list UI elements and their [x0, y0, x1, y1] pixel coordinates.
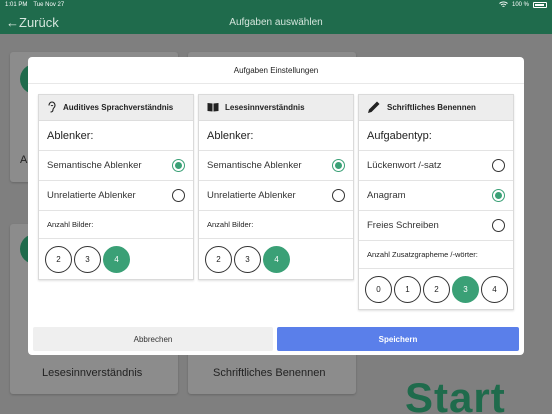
option-label: Semantische Ablenker [47, 160, 142, 171]
nav-title: Aufgaben auswählen [229, 16, 323, 28]
option-anagram[interactable]: Anagram [359, 181, 513, 211]
option-semantische-ablenker[interactable]: Semantische Ablenker [39, 151, 193, 181]
count-option-0[interactable]: 0 [365, 275, 392, 303]
battery-percent: 100 % [511, 2, 529, 8]
count-option-4-selected[interactable]: 4 [103, 245, 130, 273]
count-option-3[interactable]: 3 [74, 245, 101, 273]
modal-title: Aufgaben Einstellungen [28, 57, 524, 84]
status-right: 100 % [499, 1, 547, 10]
count-option-2[interactable]: 2 [423, 275, 450, 303]
option-lueckenwort[interactable]: Lückenwort /-satz [359, 151, 513, 181]
count-option-2[interactable]: 2 [205, 245, 232, 273]
count-label: Anzahl Zusatzgrapheme /-wörter: [359, 241, 513, 269]
radio-selected[interactable] [172, 159, 185, 172]
settings-modal: Aufgaben Einstellungen Auditives Sprachv… [28, 57, 524, 355]
count-option-3[interactable]: 3 [234, 245, 261, 273]
count-option-4[interactable]: 4 [481, 275, 508, 303]
count-label: Anzahl Bilder: [39, 211, 193, 239]
panel-header: Lesesinnverständnis [199, 95, 353, 121]
start-label[interactable]: Start [405, 374, 506, 414]
section-title: Aufgabentyp: [359, 121, 513, 151]
background-card-label: Schriftliches Benennen [213, 367, 326, 379]
panel-header-label: Schriftliches Benennen [387, 103, 476, 112]
panel-header: Schriftliches Benennen [359, 95, 513, 121]
option-label: Anagram [367, 190, 406, 201]
wifi-icon [499, 1, 508, 10]
option-label: Lückenwort /-satz [367, 160, 442, 171]
option-unrelatierte-ablenker[interactable]: Unrelatierte Ablenker [199, 181, 353, 211]
panel-header-label: Auditives Sprachverständnis [63, 103, 174, 112]
option-label: Unrelatierte Ablenker [47, 190, 136, 201]
radio-unselected[interactable] [172, 189, 185, 202]
book-icon [207, 102, 225, 114]
radio-unselected[interactable] [332, 189, 345, 202]
pencil-icon [367, 100, 387, 116]
count-selector: 0 1 2 3 4 [359, 269, 513, 309]
option-label: Unrelatierte Ablenker [207, 190, 296, 201]
panel-auditives-sprachverstaendnis: Auditives Sprachverständnis Ablenker: Se… [38, 94, 194, 280]
count-option-4-selected[interactable]: 4 [263, 245, 290, 273]
cancel-button[interactable]: Abbrechen [33, 327, 273, 351]
option-unrelatierte-ablenker[interactable]: Unrelatierte Ablenker [39, 181, 193, 211]
back-button[interactable]: ←Zurück [6, 15, 59, 30]
section-title: Ablenker: [39, 121, 193, 151]
count-selector: 2 3 4 [199, 239, 353, 279]
count-selector: 2 3 4 [39, 239, 193, 279]
option-semantische-ablenker[interactable]: Semantische Ablenker [199, 151, 353, 181]
status-time: 1:01 PM [5, 2, 28, 8]
panel-header: Auditives Sprachverständnis [39, 95, 193, 121]
count-label: Anzahl Bilder: [199, 211, 353, 239]
panel-lesesinnverstaendnis: Lesesinnverständnis Ablenker: Semantisch… [198, 94, 354, 280]
battery-icon [533, 2, 547, 8]
radio-unselected[interactable] [492, 219, 505, 232]
option-freies-schreiben[interactable]: Freies Schreiben [359, 211, 513, 241]
radio-selected[interactable] [492, 189, 505, 202]
radio-selected[interactable] [332, 159, 345, 172]
count-option-1[interactable]: 1 [394, 275, 421, 303]
status-bar: 1:01 PM Tue Nov 27 100 % [0, 0, 552, 10]
ear-icon [47, 100, 63, 115]
option-label: Semantische Ablenker [207, 160, 302, 171]
background-card-label: Lesesinnverständnis [42, 367, 143, 379]
count-option-3-selected[interactable]: 3 [452, 275, 479, 303]
section-title: Ablenker: [199, 121, 353, 151]
status-date: Tue Nov 27 [33, 2, 65, 8]
save-button[interactable]: Speichern [277, 327, 519, 351]
radio-unselected[interactable] [492, 159, 505, 172]
option-label: Freies Schreiben [367, 220, 439, 231]
panel-schriftliches-benennen: Schriftliches Benennen Aufgabentyp: Lück… [358, 94, 514, 310]
count-option-2[interactable]: 2 [45, 245, 72, 273]
nav-bar: ←Zurück Aufgaben auswählen [0, 10, 552, 34]
panel-header-label: Lesesinnverständnis [225, 103, 305, 112]
